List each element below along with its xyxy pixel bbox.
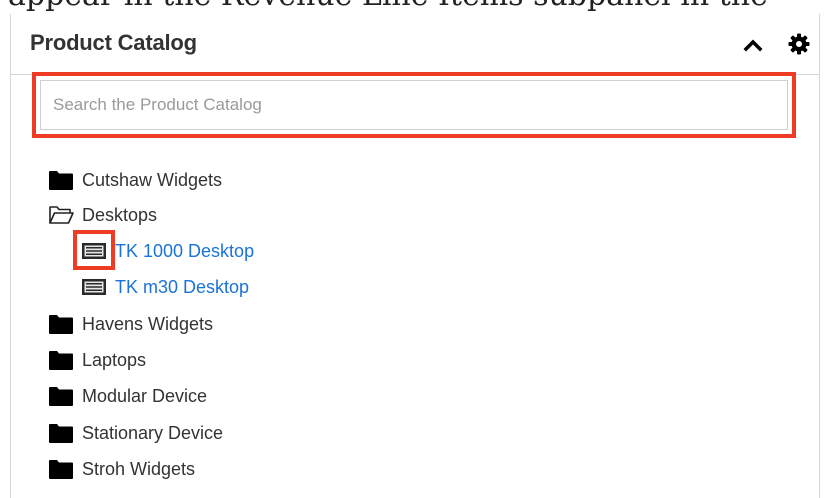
search-input[interactable] <box>40 80 788 130</box>
tree-item-desktops[interactable]: Desktops <box>48 200 157 230</box>
tree-item-modular-device[interactable]: Modular Device <box>48 381 207 411</box>
folder-icon <box>49 424 73 443</box>
background-document-text: appear in the Revenue Line Items subpane… <box>0 0 824 14</box>
panel-header: Product Catalog <box>11 14 819 75</box>
chevron-up-icon <box>743 39 763 52</box>
tree-item-label: Modular Device <box>82 385 208 406</box>
folder-icon <box>49 171 73 190</box>
gear-icon <box>788 33 810 55</box>
tree-item-label: Stationary Device <box>82 422 224 443</box>
tree-item-tk-m30-desktop[interactable]: TK m30 Desktop <box>81 272 249 302</box>
background-text: appear in the Revenue Line Items subpane… <box>8 0 768 14</box>
tree-item-label: TK 1000 Desktop <box>115 240 255 261</box>
folder-open-icon <box>49 206 74 224</box>
folder-icon <box>49 387 73 406</box>
collapse-button[interactable] <box>741 34 765 56</box>
panel-title: Product Catalog <box>30 30 197 55</box>
tree-item-stroh-widgets[interactable]: Stroh Widgets <box>48 454 195 484</box>
tree-item-laptops[interactable]: Laptops <box>48 345 146 375</box>
tree-item-label: Havens Widgets <box>82 313 214 334</box>
tree-item-cutshaw-widgets[interactable]: Cutshaw Widgets <box>48 165 222 195</box>
product-icon <box>82 279 106 295</box>
tree-item-label: Desktops <box>82 204 158 225</box>
tree-item-label: TK m30 Desktop <box>115 276 250 297</box>
folder-icon <box>49 351 73 370</box>
tree-item-stationary-device[interactable]: Stationary Device <box>48 418 223 448</box>
tree-item-label: Cutshaw Widgets <box>82 169 223 190</box>
settings-button[interactable] <box>787 32 811 56</box>
product-icon-highlight-box <box>73 230 115 270</box>
tree-item-label: Laptops <box>82 349 147 370</box>
folder-icon <box>49 460 73 479</box>
folder-icon <box>49 315 73 334</box>
tree-item-havens-widgets[interactable]: Havens Widgets <box>48 309 213 339</box>
tree-item-label: Stroh Widgets <box>82 458 196 479</box>
